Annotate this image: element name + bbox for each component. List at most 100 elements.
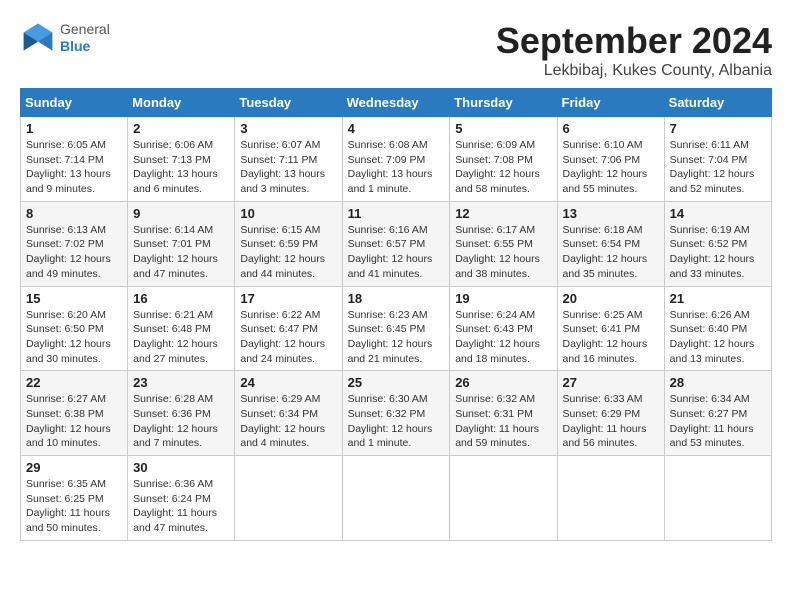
day-cell: 20 Sunrise: 6:25 AM Sunset: 6:41 PM Dayli…: [557, 286, 664, 371]
page-header: General Blue September 2024 Lekbibaj, Ku…: [20, 20, 772, 80]
day-number: 29: [26, 460, 122, 475]
day-info: Sunrise: 6:17 AM Sunset: 6:55 PM Dayligh…: [455, 223, 551, 282]
day-number: 19: [455, 291, 551, 306]
day-info: Sunrise: 6:10 AM Sunset: 7:06 PM Dayligh…: [563, 138, 659, 197]
day-number: 13: [563, 206, 659, 221]
day-cell: 4 Sunrise: 6:08 AM Sunset: 7:09 PM Daylig…: [342, 117, 450, 202]
day-number: 16: [133, 291, 229, 306]
day-number: 20: [563, 291, 659, 306]
calendar-body: 1 Sunrise: 6:05 AM Sunset: 7:14 PM Daylig…: [21, 117, 772, 541]
day-number: 1: [26, 121, 122, 136]
weekday-header-saturday: Saturday: [664, 89, 771, 117]
day-number: 15: [26, 291, 122, 306]
day-info: Sunrise: 6:16 AM Sunset: 6:57 PM Dayligh…: [348, 223, 445, 282]
day-info: Sunrise: 6:05 AM Sunset: 7:14 PM Dayligh…: [26, 138, 122, 197]
day-number: 4: [348, 121, 445, 136]
day-info: Sunrise: 6:28 AM Sunset: 6:36 PM Dayligh…: [133, 392, 229, 451]
day-cell: [664, 456, 771, 541]
day-cell: 25 Sunrise: 6:30 AM Sunset: 6:32 PM Dayli…: [342, 371, 450, 456]
day-cell: 3 Sunrise: 6:07 AM Sunset: 7:11 PM Daylig…: [235, 117, 342, 202]
logo-general: General: [60, 21, 110, 37]
day-number: 18: [348, 291, 445, 306]
day-info: Sunrise: 6:06 AM Sunset: 7:13 PM Dayligh…: [133, 138, 229, 197]
week-row-2: 8Sunrise: 6:13 AM Sunset: 7:02 PM Daylig…: [21, 201, 772, 286]
weekday-header-friday: Friday: [557, 89, 664, 117]
day-info: Sunrise: 6:19 AM Sunset: 6:52 PM Dayligh…: [670, 223, 766, 282]
day-number: 5: [455, 121, 551, 136]
logo-blue: Blue: [60, 38, 90, 54]
logo: General Blue: [20, 20, 110, 56]
day-info: Sunrise: 6:11 AM Sunset: 7:04 PM Dayligh…: [670, 138, 766, 197]
day-cell: 8Sunrise: 6:13 AM Sunset: 7:02 PM Daylig…: [21, 201, 128, 286]
day-cell: 21 Sunrise: 6:26 AM Sunset: 6:40 PM Dayli…: [664, 286, 771, 371]
day-number: 26: [455, 375, 551, 390]
day-cell: 14 Sunrise: 6:19 AM Sunset: 6:52 PM Dayli…: [664, 201, 771, 286]
day-cell: 29 Sunrise: 6:35 AM Sunset: 6:25 PM Dayli…: [21, 456, 128, 541]
day-cell: 19 Sunrise: 6:24 AM Sunset: 6:43 PM Dayli…: [450, 286, 557, 371]
day-info: Sunrise: 6:18 AM Sunset: 6:54 PM Dayligh…: [563, 223, 659, 282]
day-info: Sunrise: 6:24 AM Sunset: 6:43 PM Dayligh…: [455, 308, 551, 367]
day-info: Sunrise: 6:21 AM Sunset: 6:48 PM Dayligh…: [133, 308, 229, 367]
day-cell: 17Sunrise: 6:22 AM Sunset: 6:47 PM Dayli…: [235, 286, 342, 371]
week-row-3: 15Sunrise: 6:20 AM Sunset: 6:50 PM Dayli…: [21, 286, 772, 371]
day-info: Sunrise: 6:33 AM Sunset: 6:29 PM Dayligh…: [563, 392, 659, 451]
day-info: Sunrise: 6:22 AM Sunset: 6:47 PM Dayligh…: [240, 308, 336, 367]
day-cell: 18 Sunrise: 6:23 AM Sunset: 6:45 PM Dayli…: [342, 286, 450, 371]
weekday-header-monday: Monday: [128, 89, 235, 117]
day-number: 7: [670, 121, 766, 136]
day-number: 30: [133, 460, 229, 475]
week-row-5: 29 Sunrise: 6:35 AM Sunset: 6:25 PM Dayli…: [21, 456, 772, 541]
day-number: 25: [348, 375, 445, 390]
day-cell: 23 Sunrise: 6:28 AM Sunset: 6:36 PM Dayli…: [128, 371, 235, 456]
month-title: September 2024: [496, 20, 772, 62]
day-cell: [450, 456, 557, 541]
weekday-header-wednesday: Wednesday: [342, 89, 450, 117]
day-number: 10: [240, 206, 336, 221]
day-info: Sunrise: 6:25 AM Sunset: 6:41 PM Dayligh…: [563, 308, 659, 367]
day-number: 12: [455, 206, 551, 221]
day-number: 11: [348, 206, 445, 221]
day-info: Sunrise: 6:07 AM Sunset: 7:11 PM Dayligh…: [240, 138, 336, 197]
week-row-4: 22Sunrise: 6:27 AM Sunset: 6:38 PM Dayli…: [21, 371, 772, 456]
weekday-header-thursday: Thursday: [450, 89, 557, 117]
day-number: 14: [670, 206, 766, 221]
weekday-header-sunday: Sunday: [21, 89, 128, 117]
day-info: Sunrise: 6:26 AM Sunset: 6:40 PM Dayligh…: [670, 308, 766, 367]
day-info: Sunrise: 6:30 AM Sunset: 6:32 PM Dayligh…: [348, 392, 445, 451]
day-cell: 6 Sunrise: 6:10 AM Sunset: 7:06 PM Daylig…: [557, 117, 664, 202]
day-cell: 7 Sunrise: 6:11 AM Sunset: 7:04 PM Daylig…: [664, 117, 771, 202]
day-number: 3: [240, 121, 336, 136]
day-info: Sunrise: 6:13 AM Sunset: 7:02 PM Dayligh…: [26, 223, 122, 282]
day-cell: 12 Sunrise: 6:17 AM Sunset: 6:55 PM Dayli…: [450, 201, 557, 286]
day-info: Sunrise: 6:29 AM Sunset: 6:34 PM Dayligh…: [240, 392, 336, 451]
day-number: 21: [670, 291, 766, 306]
weekday-header-row: SundayMondayTuesdayWednesdayThursdayFrid…: [21, 89, 772, 117]
day-number: 6: [563, 121, 659, 136]
day-info: Sunrise: 6:08 AM Sunset: 7:09 PM Dayligh…: [348, 138, 445, 197]
day-cell: [342, 456, 450, 541]
day-cell: 24 Sunrise: 6:29 AM Sunset: 6:34 PM Dayli…: [235, 371, 342, 456]
day-cell: [235, 456, 342, 541]
day-cell: 10Sunrise: 6:15 AM Sunset: 6:59 PM Dayli…: [235, 201, 342, 286]
weekday-header-tuesday: Tuesday: [235, 89, 342, 117]
day-cell: 28Sunrise: 6:34 AM Sunset: 6:27 PM Dayli…: [664, 371, 771, 456]
day-info: Sunrise: 6:32 AM Sunset: 6:31 PM Dayligh…: [455, 392, 551, 451]
week-row-1: 1 Sunrise: 6:05 AM Sunset: 7:14 PM Daylig…: [21, 117, 772, 202]
day-number: 24: [240, 375, 336, 390]
day-cell: 16 Sunrise: 6:21 AM Sunset: 6:48 PM Dayli…: [128, 286, 235, 371]
day-cell: 27 Sunrise: 6:33 AM Sunset: 6:29 PM Dayli…: [557, 371, 664, 456]
day-cell: 30 Sunrise: 6:36 AM Sunset: 6:24 PM Dayli…: [128, 456, 235, 541]
day-cell: [557, 456, 664, 541]
day-cell: 9Sunrise: 6:14 AM Sunset: 7:01 PM Daylig…: [128, 201, 235, 286]
logo-text: General Blue: [60, 21, 110, 55]
day-info: Sunrise: 6:23 AM Sunset: 6:45 PM Dayligh…: [348, 308, 445, 367]
day-info: Sunrise: 6:36 AM Sunset: 6:24 PM Dayligh…: [133, 477, 229, 536]
day-number: 23: [133, 375, 229, 390]
day-number: 27: [563, 375, 659, 390]
day-cell: 5Sunrise: 6:09 AM Sunset: 7:08 PM Daylig…: [450, 117, 557, 202]
day-number: 28: [670, 375, 766, 390]
day-cell: 2Sunrise: 6:06 AM Sunset: 7:13 PM Daylig…: [128, 117, 235, 202]
location-title: Lekbibaj, Kukes County, Albania: [496, 62, 772, 80]
day-info: Sunrise: 6:35 AM Sunset: 6:25 PM Dayligh…: [26, 477, 122, 536]
logo-icon: [20, 20, 56, 56]
